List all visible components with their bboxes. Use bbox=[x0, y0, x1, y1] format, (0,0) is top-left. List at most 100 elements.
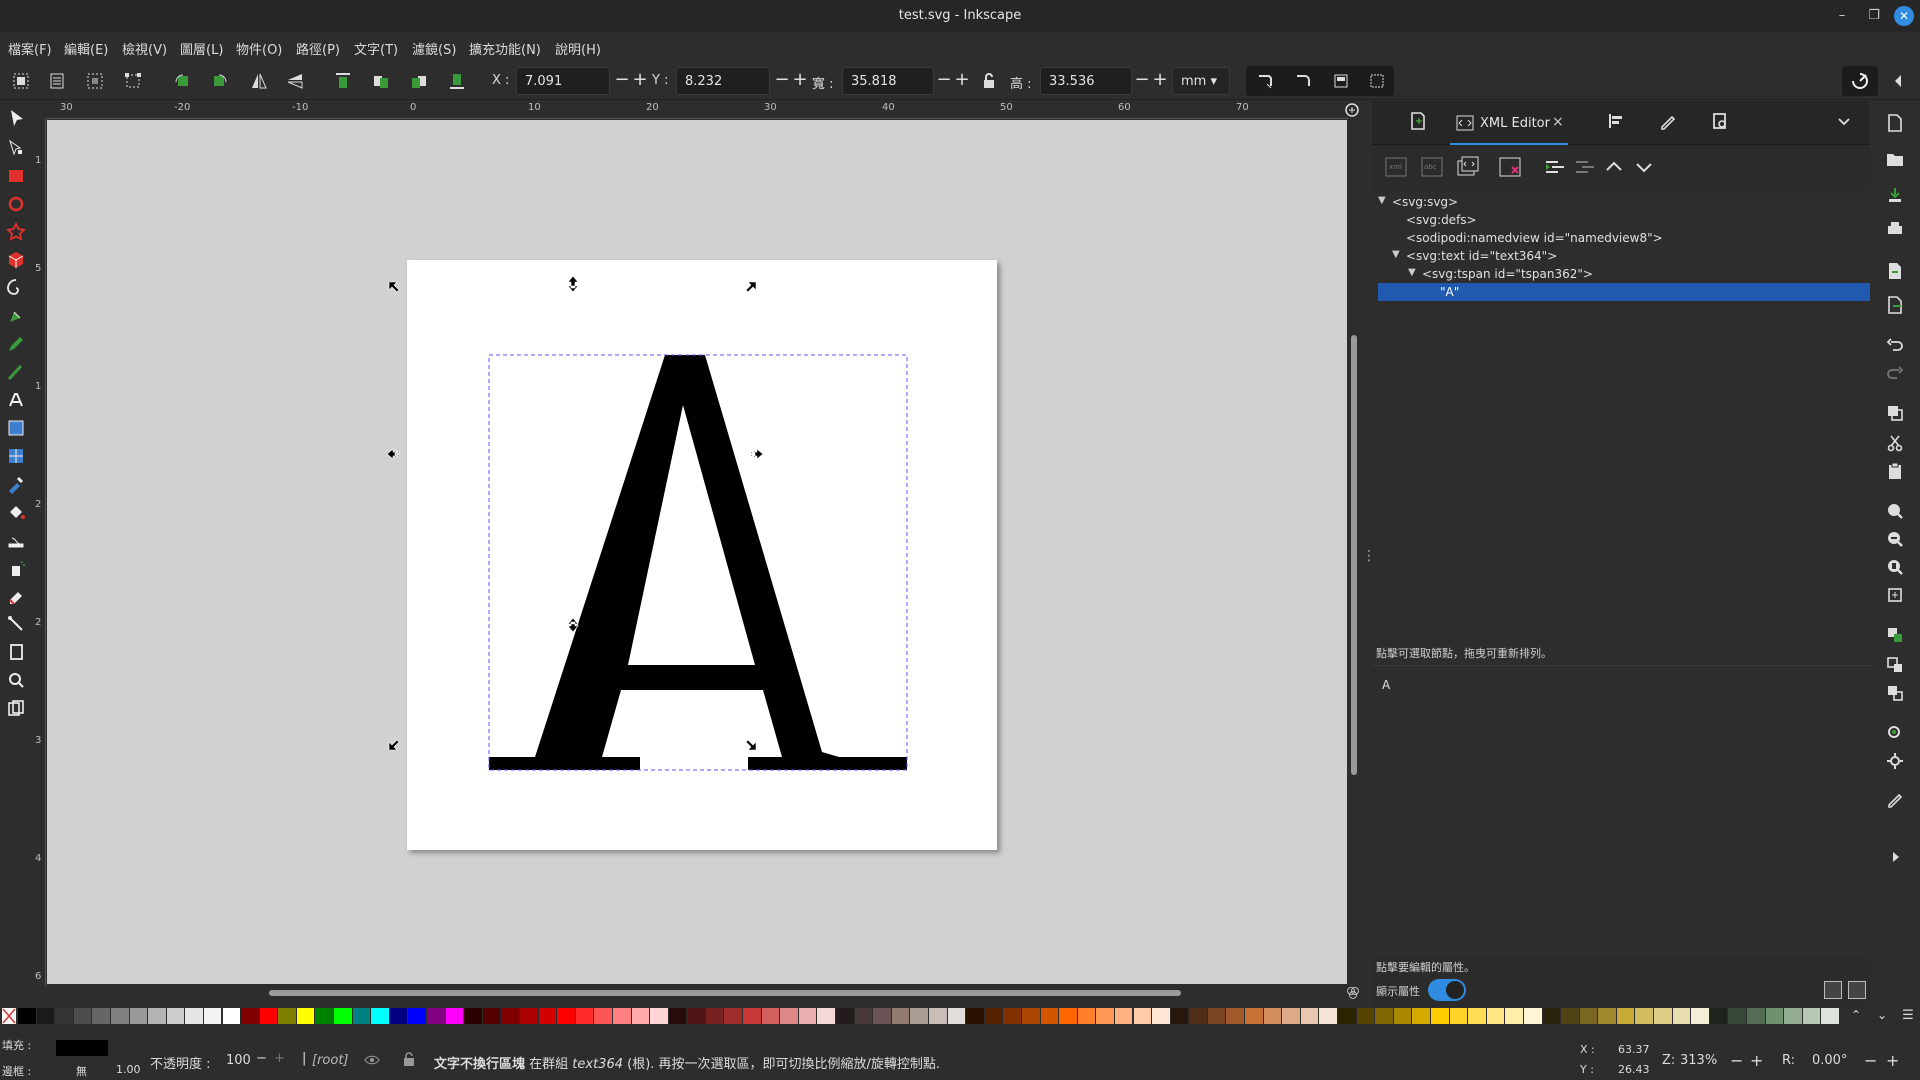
color-swatch[interactable] bbox=[482, 1008, 501, 1024]
rect-icon[interactable] bbox=[4, 164, 28, 188]
save-icon[interactable] bbox=[1883, 183, 1907, 207]
rotate-value[interactable]: 0.00° bbox=[1812, 1053, 1847, 1068]
snap-menu-arrow-icon[interactable] bbox=[1885, 68, 1911, 94]
color-swatch[interactable] bbox=[1523, 1008, 1542, 1024]
palette-scroll-up-icon[interactable]: ⌃ bbox=[1848, 1008, 1864, 1024]
menu-layer[interactable]: 圖層(L) bbox=[180, 39, 223, 58]
unindent-node-icon[interactable] bbox=[1540, 153, 1568, 181]
node-icon[interactable] bbox=[4, 136, 28, 160]
tweak-icon[interactable] bbox=[4, 528, 28, 552]
deselect-icon[interactable] bbox=[82, 68, 108, 94]
color-swatch[interactable] bbox=[259, 1008, 278, 1024]
color-swatch[interactable] bbox=[73, 1008, 92, 1024]
width-increment-button[interactable]: + bbox=[950, 67, 974, 95]
menu-view[interactable]: 檢視(V) bbox=[122, 39, 167, 58]
zoom-selection-icon[interactable] bbox=[1883, 499, 1907, 523]
color-swatch[interactable] bbox=[1449, 1008, 1468, 1024]
color-swatch[interactable] bbox=[445, 1008, 464, 1024]
color-swatch[interactable] bbox=[1170, 1008, 1189, 1024]
color-swatch[interactable] bbox=[1765, 1008, 1784, 1024]
color-swatch[interactable] bbox=[836, 1008, 854, 1024]
color-swatch[interactable] bbox=[1672, 1008, 1691, 1024]
dock-resize-handle[interactable]: ⋮ bbox=[1362, 548, 1376, 568]
menu-filters[interactable]: 濾鏡(S) bbox=[412, 39, 456, 58]
layer-lock-icon[interactable] bbox=[402, 1051, 416, 1071]
color-swatch[interactable] bbox=[1226, 1008, 1245, 1024]
duplicate-node-icon[interactable] bbox=[1454, 153, 1482, 181]
mesh-icon[interactable] bbox=[4, 444, 28, 468]
vertical-scrollbar[interactable] bbox=[1348, 119, 1360, 984]
height-increment-button[interactable]: + bbox=[1148, 67, 1172, 95]
open-icon[interactable] bbox=[1883, 147, 1907, 171]
lower-to-bottom-icon[interactable] bbox=[444, 68, 470, 94]
color-swatch[interactable] bbox=[891, 1008, 910, 1024]
color-swatch[interactable] bbox=[1245, 1008, 1263, 1024]
show-attributes-toggle[interactable] bbox=[1428, 979, 1466, 1001]
y-field[interactable]: 8.232 bbox=[676, 67, 770, 95]
new-text-node-icon[interactable]: abc bbox=[1418, 153, 1446, 181]
color-swatch[interactable] bbox=[1263, 1008, 1282, 1024]
opacity-increment-button[interactable]: + bbox=[274, 1051, 285, 1066]
menu-text[interactable]: 文字(T) bbox=[354, 39, 398, 58]
color-swatch[interactable] bbox=[1133, 1008, 1152, 1024]
preferences-icon[interactable] bbox=[1883, 749, 1907, 773]
vertical-ruler[interactable]: 1 5 1 2 2 3 4 6 bbox=[32, 119, 46, 986]
color-swatch[interactable] bbox=[612, 1008, 631, 1024]
color-swatch[interactable] bbox=[798, 1008, 817, 1024]
color-swatch[interactable] bbox=[352, 1008, 371, 1024]
text-icon[interactable] bbox=[4, 388, 28, 412]
color-swatch[interactable] bbox=[1598, 1008, 1616, 1024]
spray-icon[interactable] bbox=[4, 556, 28, 580]
tree-node[interactable]: <svg:tspan id="tspan362"> bbox=[1422, 265, 1593, 283]
y-increment-button[interactable]: + bbox=[788, 67, 812, 95]
dropper-icon[interactable] bbox=[4, 472, 28, 496]
color-swatch[interactable] bbox=[594, 1008, 612, 1024]
raise-node-icon[interactable] bbox=[1600, 153, 1628, 181]
object-properties-tab-icon[interactable] bbox=[1708, 109, 1732, 137]
x-increment-button[interactable]: + bbox=[628, 67, 652, 95]
unit-select[interactable]: mm ▾ bbox=[1172, 67, 1230, 95]
zoom-page-icon[interactable] bbox=[1883, 555, 1907, 579]
color-swatch[interactable] bbox=[371, 1008, 389, 1024]
color-swatch[interactable] bbox=[1691, 1008, 1709, 1024]
box3d-icon[interactable] bbox=[4, 248, 28, 272]
zoom-icon[interactable] bbox=[4, 668, 28, 692]
measure-icon[interactable] bbox=[4, 696, 28, 720]
color-swatch[interactable] bbox=[557, 1008, 575, 1024]
new-element-node-icon[interactable]: xml bbox=[1382, 153, 1410, 181]
calligraphy-icon[interactable] bbox=[4, 360, 28, 384]
color-swatch[interactable] bbox=[1579, 1008, 1598, 1024]
lock-icon[interactable] bbox=[976, 68, 1002, 94]
color-swatch[interactable] bbox=[1393, 1008, 1412, 1024]
pages-icon[interactable] bbox=[4, 640, 28, 664]
pencil-icon[interactable] bbox=[4, 332, 28, 356]
color-swatch[interactable] bbox=[1635, 1008, 1654, 1024]
zoom-corner-icon[interactable] bbox=[1344, 102, 1360, 118]
opacity-decrement-button[interactable]: − bbox=[256, 1051, 267, 1066]
color-swatch[interactable] bbox=[519, 1008, 538, 1024]
zoom-drawing-icon[interactable] bbox=[1883, 527, 1907, 551]
color-swatch[interactable] bbox=[1152, 1008, 1170, 1024]
node-value-editor[interactable]: A bbox=[1372, 665, 1870, 955]
color-swatch[interactable] bbox=[1709, 1008, 1728, 1024]
copy-icon[interactable] bbox=[1883, 401, 1907, 425]
color-swatch[interactable] bbox=[575, 1008, 594, 1024]
zoom-fit-icon[interactable] bbox=[1883, 583, 1907, 607]
zoom-decrement-button[interactable]: − bbox=[1730, 1051, 1743, 1070]
opacity-value[interactable]: 100 bbox=[226, 1053, 251, 1068]
height-field[interactable]: 33.536 bbox=[1040, 67, 1132, 95]
close-button[interactable]: ✕ bbox=[1894, 6, 1914, 26]
tree-node-selected[interactable]: "A" bbox=[1378, 283, 1870, 301]
flip-vertical-icon[interactable] bbox=[282, 68, 308, 94]
lower-node-icon[interactable] bbox=[1630, 153, 1658, 181]
print-icon[interactable] bbox=[1883, 217, 1907, 241]
lower-icon[interactable] bbox=[406, 68, 432, 94]
selector-icon[interactable] bbox=[4, 106, 28, 130]
menu-extensions[interactable]: 擴充功能(N) bbox=[469, 39, 541, 58]
color-swatch[interactable] bbox=[222, 1008, 241, 1024]
edit-icon[interactable] bbox=[1883, 787, 1907, 811]
layer-visibility-icon[interactable] bbox=[364, 1053, 380, 1071]
tab-xml-editor[interactable]: XML Editor × bbox=[1450, 101, 1568, 145]
horizontal-scroll-thumb[interactable] bbox=[269, 990, 1181, 996]
minimize-button[interactable]: – bbox=[1832, 6, 1852, 26]
